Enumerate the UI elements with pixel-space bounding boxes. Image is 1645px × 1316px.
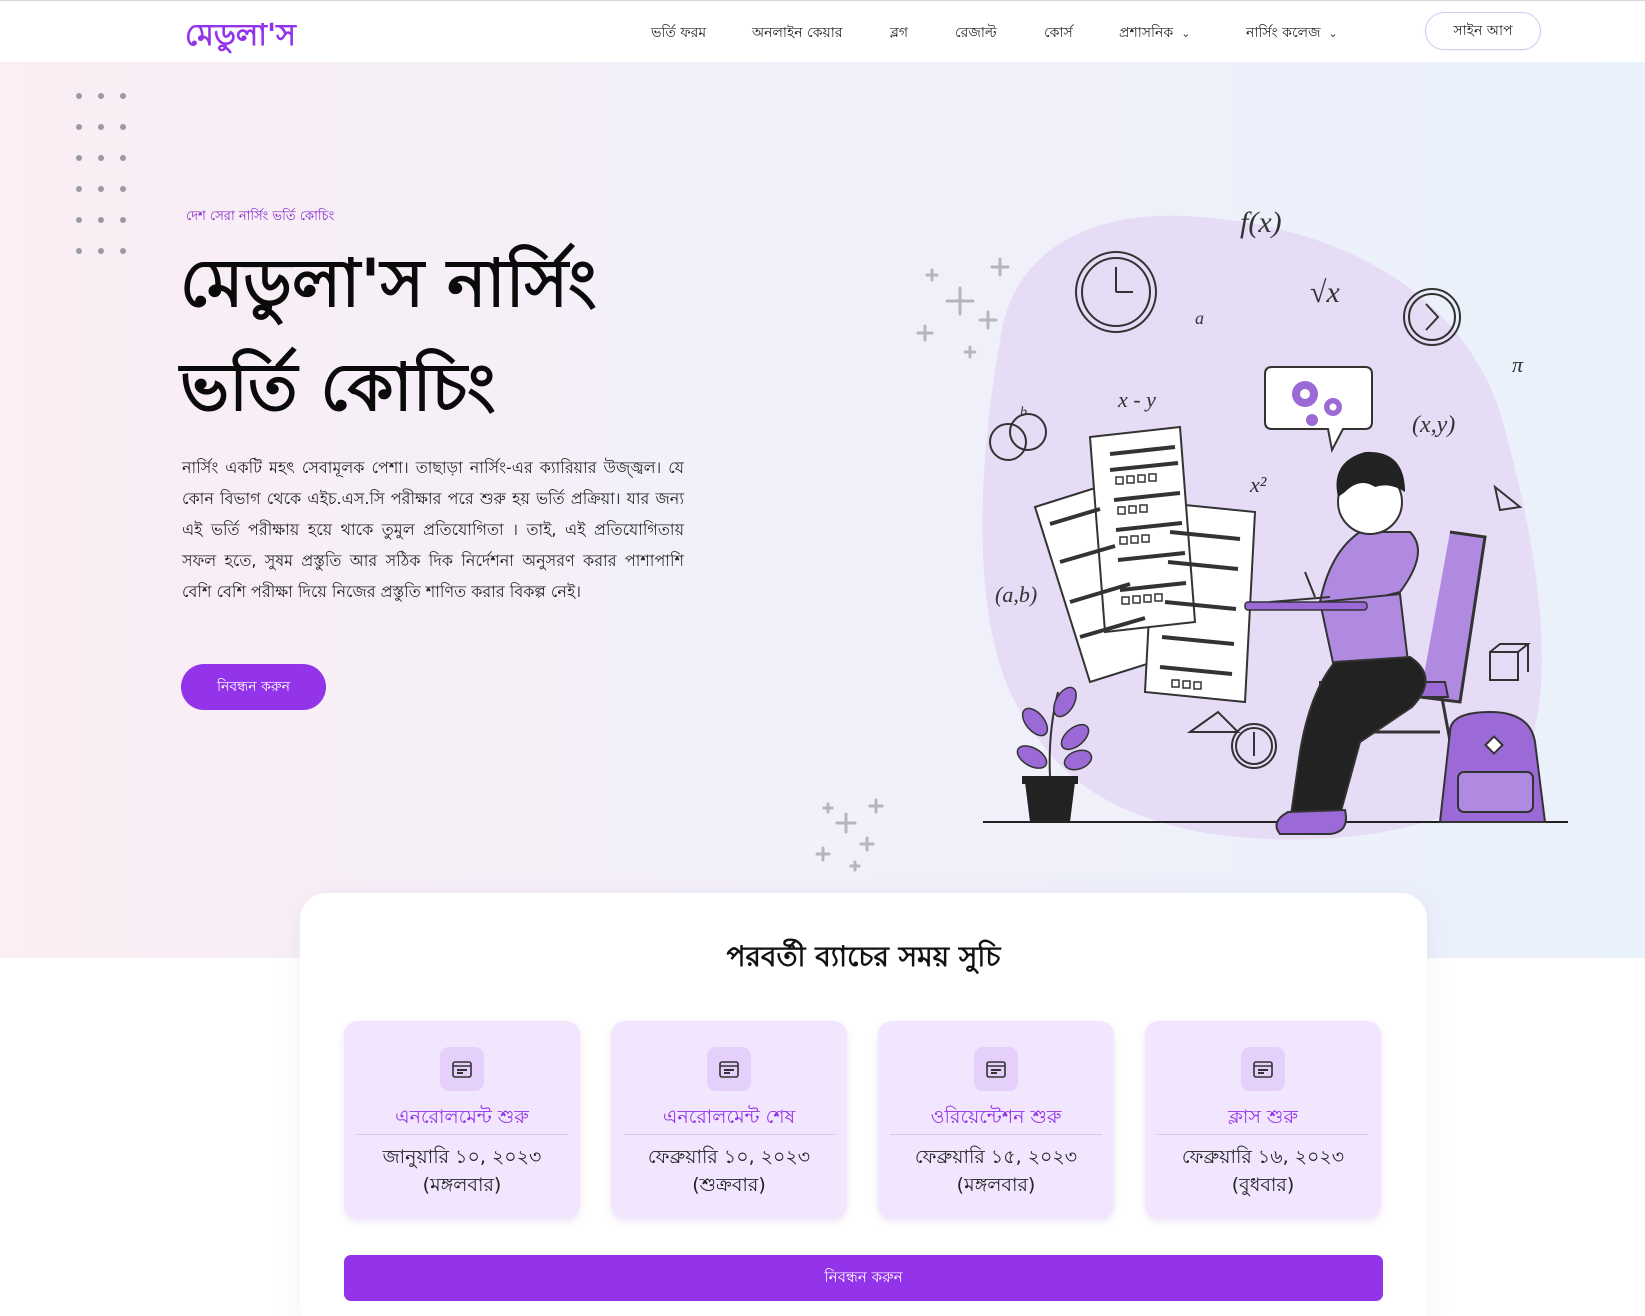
- math-label: (a,b): [995, 582, 1037, 607]
- hero-title-line1: মেডুলা'স নার্সিং: [180, 245, 597, 322]
- divider: [1157, 1134, 1369, 1135]
- math-label: √x: [1310, 276, 1340, 309]
- hero-description: নার্সিং একটি মহৎ সেবামূলক পেশা। তাছাড়া …: [182, 458, 684, 601]
- math-label: f(x): [1240, 206, 1282, 239]
- math-label: x - y: [1117, 387, 1156, 412]
- site-header: মেডুলা'স ভর্তি ফরম অনলাইন কেয়ার ব্লগ রে…: [0, 0, 1645, 62]
- student-exam-illustration: f(x) √x a b x - y x² (x,y) (a,b) π: [815, 206, 1568, 872]
- math-label: π: [1512, 352, 1524, 377]
- schedule-card: ওরিয়েন্টেশন শুরু ফেব্রুয়ারি ১৫, ২০২৩ (…: [878, 1021, 1114, 1219]
- schedule-card-day: (মঙ্গলবার): [956, 1174, 1036, 1196]
- schedule-card-day: (শুক্রবার): [692, 1174, 766, 1196]
- math-label: x²: [1249, 472, 1267, 497]
- schedule-card-label: ওরিয়েন্টেশন শুরু: [930, 1106, 1062, 1128]
- schedule-card-label: এনরোলমেন্ট শেষ: [662, 1106, 796, 1128]
- chevron-down-icon: ⌄: [1328, 27, 1338, 40]
- schedule-card-label: ক্লাস শুরু: [1228, 1106, 1298, 1128]
- nav-item-result[interactable]: রেজাল্ট: [955, 21, 997, 45]
- nav-item-online-care[interactable]: অনলাইন কেয়ার: [752, 21, 843, 45]
- nav-item-course[interactable]: কোর্স: [1044, 21, 1073, 45]
- math-label: a: [1195, 308, 1204, 328]
- signup-button[interactable]: সাইন আপ: [1425, 12, 1541, 50]
- chevron-down-icon: ⌄: [1181, 27, 1191, 40]
- divider: [623, 1134, 835, 1135]
- nav-item-administrative[interactable]: প্রশাসনিক ⌄: [1119, 21, 1190, 45]
- calendar-icon: [1241, 1047, 1285, 1091]
- schedule-register-button[interactable]: নিবন্ধন করুন: [344, 1255, 1383, 1301]
- divider: [356, 1134, 568, 1135]
- schedule-card-date: ফেব্রুয়ারি ১৫, ২০২৩: [914, 1146, 1078, 1168]
- schedule-card: ক্লাস শুরু ফেব্রুয়ারি ১৬, ২০২৩ (বুধবার): [1145, 1021, 1381, 1219]
- divider: [890, 1134, 1102, 1135]
- schedule-card: এনরোলমেন্ট শেষ ফেব্রুয়ারি ১০, ২০২৩ (শুক…: [611, 1021, 847, 1219]
- backpack-decoration: [1438, 710, 1547, 823]
- hero-section: দেশ সেরা নার্সিং ভর্তি কোচিং মেডুলা'স না…: [0, 62, 1645, 958]
- nav-item-nursing-college[interactable]: নার্সিং কলেজ ⌄: [1246, 21, 1338, 45]
- hero-title: মেডুলা'স নার্সিং ভর্তি কোচিং: [180, 232, 740, 440]
- schedule-card-label: এনরোলমেন্ট শুরু: [395, 1106, 529, 1128]
- schedule-card-date: ফেব্রুয়ারি ১৬, ২০২৩: [1181, 1146, 1345, 1168]
- schedule-card-day: (বুধবার): [1231, 1174, 1295, 1196]
- schedule-card-date: জানুয়ারি ১০, ২০২৩: [382, 1146, 542, 1168]
- site-logo[interactable]: মেডুলা'স: [185, 11, 296, 62]
- schedule-card: এনরোলমেন্ট শুরু জানুয়ারি ১০, ২০২৩ (মঙ্গ…: [344, 1021, 580, 1219]
- schedule-title: পরবর্তী ব্যাচের সময় সুচি: [726, 940, 1001, 973]
- hero-tagline: দেশ সেরা নার্সিং ভর্তি কোচিং: [186, 209, 335, 224]
- schedule-card-date: ফেব্রুয়ারি ১০, ২০২৩: [647, 1146, 811, 1168]
- schedule-card-day: (মঙ্গলবার): [422, 1174, 502, 1196]
- nav-item-blog[interactable]: ব্লগ: [890, 21, 908, 45]
- register-button[interactable]: নিবন্ধন করুন: [181, 664, 326, 710]
- math-label: (x,y): [1412, 412, 1455, 438]
- math-label: b: [1020, 405, 1027, 420]
- schedule-section: পরবর্তী ব্যাচের সময় সুচি এনরোলমেন্ট শুর…: [300, 893, 1427, 1316]
- calendar-icon: [974, 1047, 1018, 1091]
- calendar-icon: [707, 1047, 751, 1091]
- calendar-icon: [440, 1047, 484, 1091]
- hero-title-line2: ভর্তি কোচিং: [180, 349, 496, 426]
- nav-item-admission-form[interactable]: ভর্তি ফরম: [651, 21, 706, 45]
